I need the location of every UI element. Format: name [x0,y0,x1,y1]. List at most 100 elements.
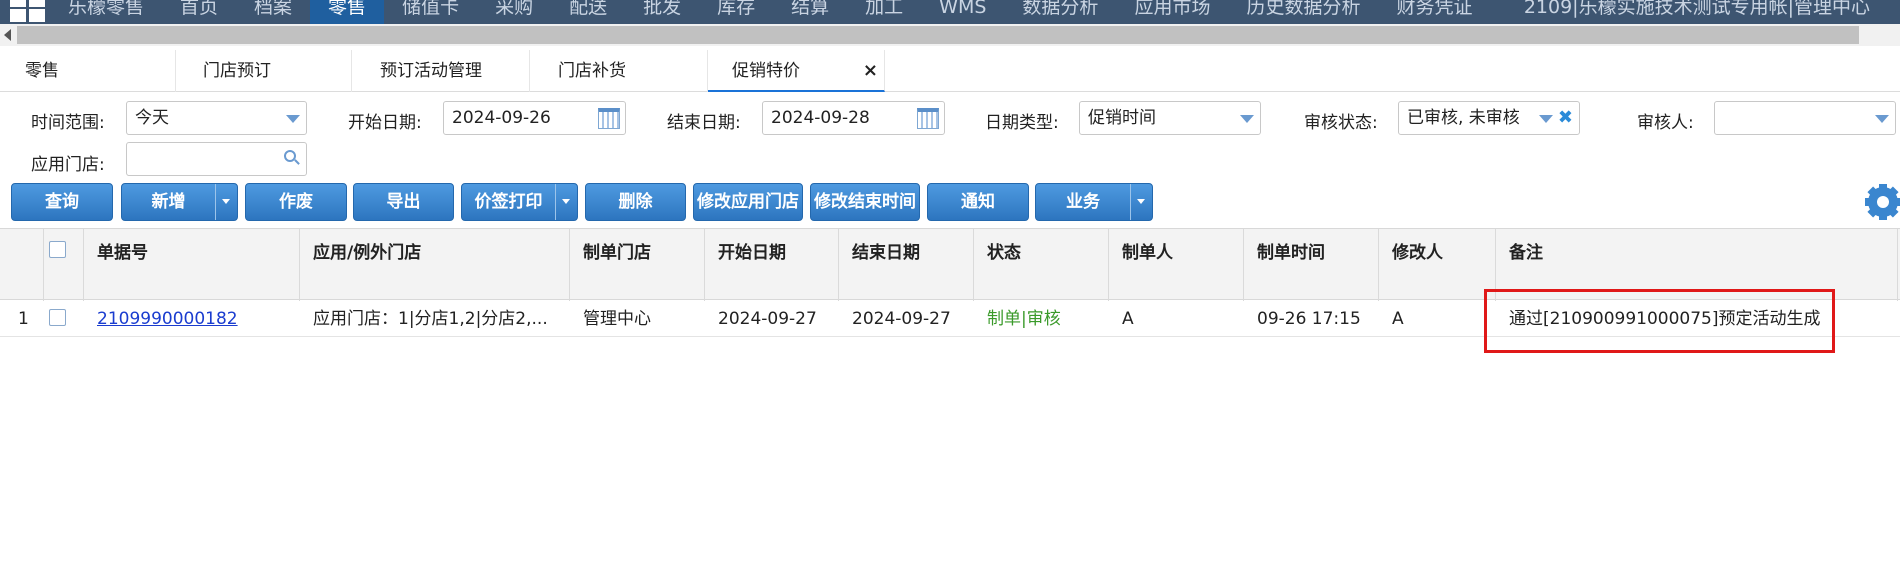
void-button[interactable]: 作废 [245,183,347,221]
gear-icon[interactable] [1865,184,1900,220]
start-date-cell: 2024-09-27 [718,309,817,329]
add-dropdown-toggle[interactable] [215,184,237,220]
tab-store-booking[interactable]: 门店预订 [176,50,352,92]
auditor-label: 审核人: [1637,113,1694,133]
time-range-label: 时间范围: [31,113,105,133]
row-checkbox-cell [44,301,84,337]
chevron-down-icon[interactable] [1240,115,1254,123]
header-modifier[interactable]: 修改人 [1379,229,1496,301]
scrollbar-thumb[interactable] [17,26,1859,44]
export-button-label: 导出 [386,192,421,212]
delete-button[interactable]: 删除 [585,183,686,221]
date-type-label: 日期类型: [985,113,1059,133]
business-button[interactable]: 业务 [1035,183,1153,221]
account-info[interactable]: 2109|乐檬实施技术测试专用帐|管理中心 [1524,0,1870,17]
horizontal-scrollbar[interactable] [0,24,1900,46]
header-checkbox-cell [44,229,84,301]
header-maker-store[interactable]: 制单门店 [570,229,705,301]
start-date-value: 2024-09-26 [452,108,551,128]
notify-button[interactable]: 通知 [927,183,1029,221]
stores-cell: 应用门店：1|分店1,2|分店2,... [313,309,548,329]
audit-status-label: 审核状态: [1304,113,1378,133]
menu-item-wms[interactable]: WMS [921,0,1004,24]
date-type-value: 促销时间 [1088,108,1156,128]
header-maker[interactable]: 制单人 [1109,229,1244,301]
query-button[interactable]: 查询 [11,183,113,221]
menu-item-processing[interactable]: 加工 [847,0,921,24]
end-date-value: 2024-09-28 [771,108,870,128]
auditor-select[interactable] [1714,101,1896,135]
caret-down-icon [222,199,230,204]
menu-item-purchase[interactable]: 采购 [477,0,551,24]
menu-item-stored-value-card[interactable]: 储值卡 [384,0,477,24]
audit-status-select[interactable]: 已审核, 未审核 ✖ [1398,101,1580,135]
query-button-label: 查询 [45,192,79,212]
apply-store-input[interactable] [126,142,307,176]
menu-item-home[interactable]: 首页 [162,0,236,24]
end-date-input[interactable]: 2024-09-28 [762,101,945,135]
notify-button-label: 通知 [961,192,995,212]
price-tag-print-button[interactable]: 价签打印 [461,183,578,221]
chevron-down-icon[interactable] [1875,115,1889,123]
maker-store-cell: 管理中心 [583,309,651,329]
scroll-left-icon[interactable] [4,29,11,41]
header-make-time[interactable]: 制单时间 [1244,229,1379,301]
header-index [0,229,44,301]
make-time-cell: 09-26 17:15 [1257,309,1361,329]
tab-bar: 零售 门店预订 预订活动管理 门店补货 促销特价 × [0,50,1900,92]
tab-promotion-label: 促销特价 [732,61,800,81]
menu-item-inventory[interactable]: 库存 [699,0,773,24]
menu-item-brand[interactable]: 乐檬零售 [50,0,162,24]
date-type-select[interactable]: 促销时间 [1079,101,1261,135]
header-start-date[interactable]: 开始日期 [705,229,839,301]
header-end-date[interactable]: 结束日期 [839,229,974,301]
modify-end-time-button[interactable]: 修改结束时间 [810,183,920,221]
start-date-input[interactable]: 2024-09-26 [443,101,626,135]
close-icon[interactable]: × [863,50,878,92]
select-all-checkbox[interactable] [49,241,66,258]
top-navigation-bar: 乐檬零售 首页 档案 零售 储值卡 采购 配送 批发 库存 结算 加工 WMS … [0,0,1900,24]
calendar-icon[interactable] [917,108,939,129]
account-name: 2109|乐檬实施技术测试专用帐 [1523,0,1788,18]
app-grid-icon[interactable] [10,0,46,22]
time-range-value: 今天 [135,108,169,128]
modify-end-time-label: 修改结束时间 [814,192,916,212]
business-button-label: 业务 [1066,192,1100,212]
header-doc-no[interactable]: 单据号 [84,229,300,301]
status-cell: 制单|审核 [987,309,1061,329]
menu-item-wholesale[interactable]: 批发 [625,0,699,24]
modify-store-button[interactable]: 修改应用门店 [693,183,803,221]
caret-down-icon [1137,199,1145,204]
remark-highlight-box [1484,289,1835,353]
doc-no-link[interactable]: 2109990000182 [84,301,300,337]
audit-status-value: 已审核, 未审核 [1407,108,1520,128]
menu-item-data-analysis[interactable]: 数据分析 [1004,0,1116,24]
tab-booking-activity[interactable]: 预订活动管理 [352,50,530,92]
header-stores[interactable]: 应用/例外门店 [300,229,570,301]
menu-item-app-market[interactable]: 应用市场 [1116,0,1228,24]
modify-store-label: 修改应用门店 [697,192,799,212]
menu-item-finance-voucher[interactable]: 财务凭证 [1378,0,1490,24]
tab-store-replenish[interactable]: 门店补货 [530,50,708,92]
search-icon[interactable] [284,150,300,166]
chevron-down-icon[interactable] [1539,115,1553,123]
menu-item-retail[interactable]: 零售 [310,0,385,24]
time-range-select[interactable]: 今天 [126,101,307,135]
print-dropdown-toggle[interactable] [555,184,577,220]
caret-down-icon [562,199,570,204]
clear-icon[interactable]: ✖ [1558,102,1573,134]
delete-button-label: 删除 [618,192,653,212]
tab-retail[interactable]: 零售 [0,50,176,92]
chevron-down-icon[interactable] [286,115,300,123]
menu-item-settlement[interactable]: 结算 [773,0,847,24]
business-dropdown-toggle[interactable] [1130,184,1152,220]
menu-item-history-analysis[interactable]: 历史数据分析 [1228,0,1378,24]
calendar-icon[interactable] [598,108,620,129]
add-button[interactable]: 新增 [121,183,238,221]
tab-promotion-special[interactable]: 促销特价 × [708,50,885,92]
menu-item-archive[interactable]: 档案 [236,0,310,24]
menu-item-distribution[interactable]: 配送 [551,0,625,24]
export-button[interactable]: 导出 [353,183,454,221]
header-status[interactable]: 状态 [974,229,1109,301]
row-checkbox[interactable] [49,309,66,326]
